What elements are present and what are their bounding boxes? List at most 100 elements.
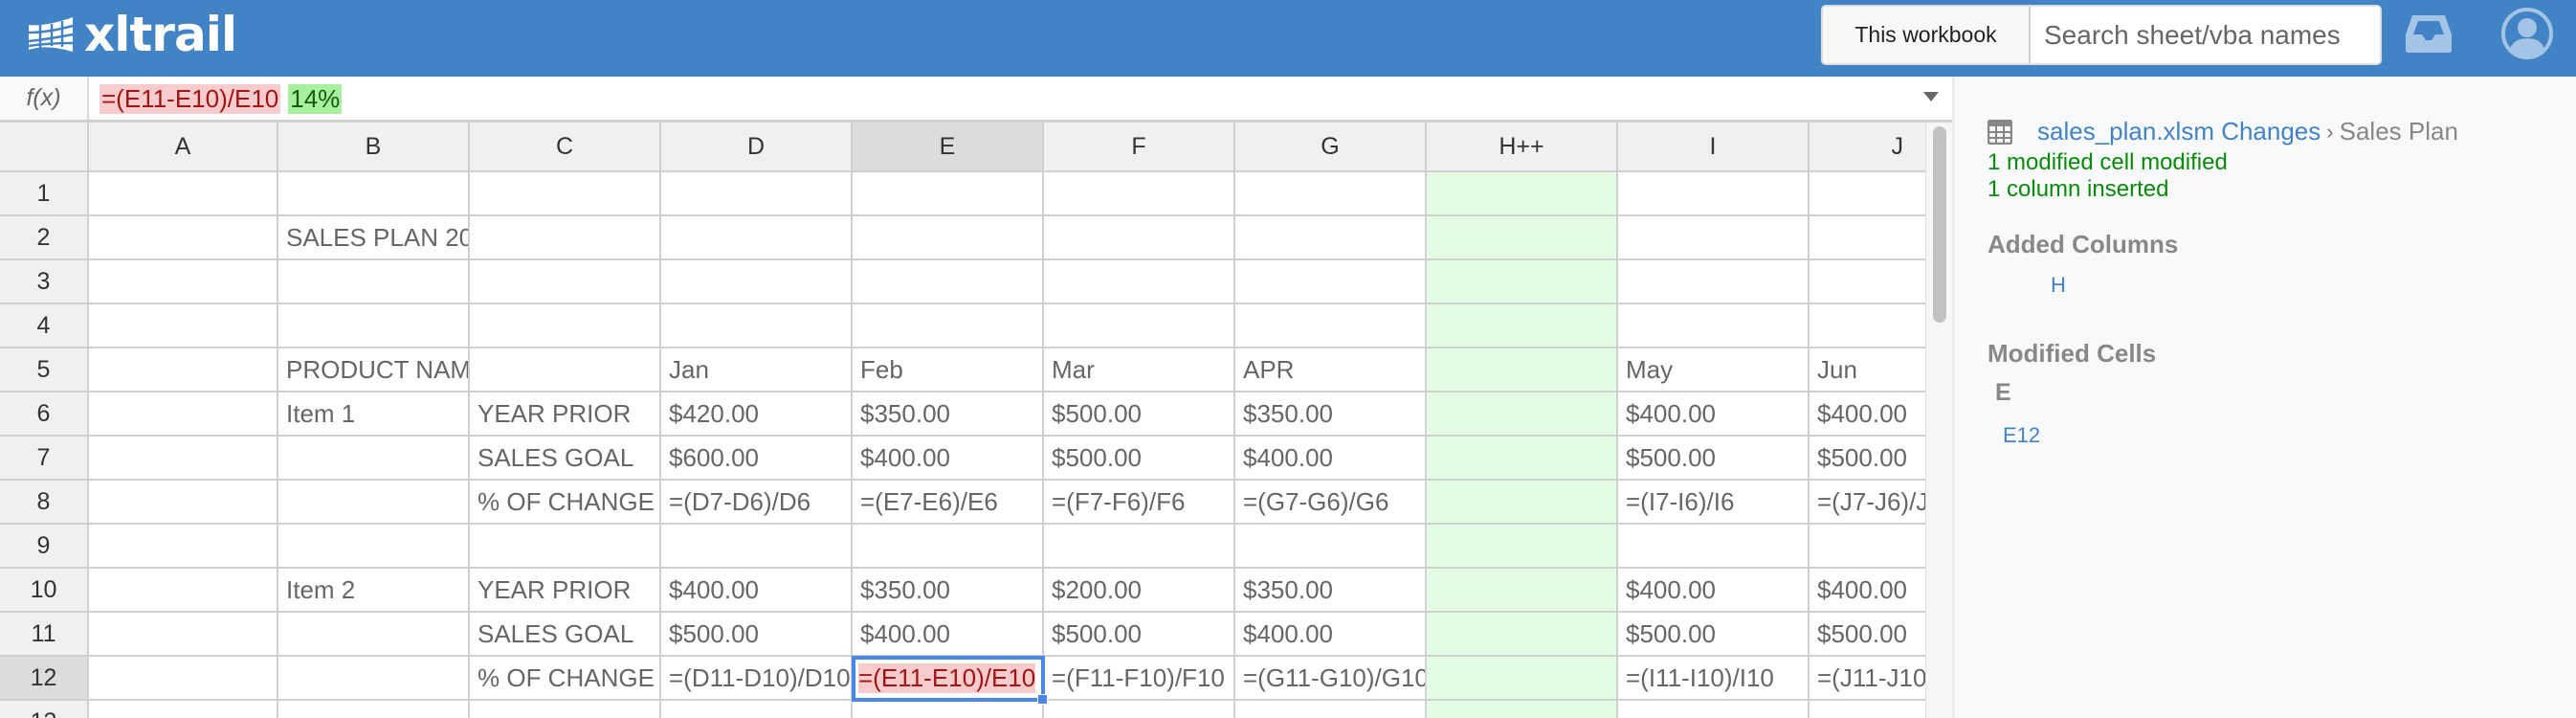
cell-a11[interactable] <box>89 613 278 657</box>
cell-i4[interactable] <box>1618 304 1810 348</box>
cell-c10[interactable]: YEAR PRIOR <box>470 569 661 613</box>
cell-j4[interactable] <box>1810 304 1925 348</box>
cell-f4[interactable] <box>1044 304 1235 348</box>
cell-j1[interactable] <box>1810 172 1925 216</box>
cell-g5[interactable]: APR <box>1235 348 1427 393</box>
user-avatar-icon[interactable] <box>2500 7 2554 60</box>
row-header-11[interactable]: 11 <box>0 613 89 657</box>
cell-f9[interactable] <box>1044 525 1235 569</box>
column-header-a[interactable]: A <box>89 123 278 172</box>
cell-b2[interactable]: SALES PLAN 20 <box>278 216 470 260</box>
cell-g12[interactable]: =(G11-G10)/G10 <box>1235 657 1427 701</box>
cell-c1[interactable] <box>470 172 661 216</box>
cell-c9[interactable] <box>470 525 661 569</box>
cell-c2[interactable] <box>470 216 661 260</box>
cell-h5[interactable] <box>1427 348 1618 393</box>
column-header-g[interactable]: G <box>1235 123 1427 172</box>
row-header-10[interactable]: 10 <box>0 569 89 613</box>
cell-e1[interactable] <box>853 172 1044 216</box>
cell-f1[interactable] <box>1044 172 1235 216</box>
cell-g9[interactable] <box>1235 525 1427 569</box>
cell-d3[interactable] <box>661 260 853 304</box>
cell-i12[interactable]: =(I11-I10)/I10 <box>1618 657 1810 701</box>
cell-b11[interactable] <box>278 613 470 657</box>
cell-f2[interactable] <box>1044 216 1235 260</box>
cell-i7[interactable]: $500.00 <box>1618 437 1810 481</box>
cell-j7[interactable]: $500.00 <box>1810 437 1925 481</box>
scope-this-workbook-button[interactable]: This workbook <box>1823 7 2031 63</box>
cell-i11[interactable]: $500.00 <box>1618 613 1810 657</box>
cell-e11[interactable]: $400.00 <box>853 613 1044 657</box>
cell-b5[interactable]: PRODUCT NAM <box>278 348 470 393</box>
cell-c12[interactable]: % OF CHANGE <box>470 657 661 701</box>
cell-f7[interactable]: $500.00 <box>1044 437 1235 481</box>
cell-f3[interactable] <box>1044 260 1235 304</box>
row-header-4[interactable]: 4 <box>0 304 89 348</box>
cell-d12[interactable]: =(D11-D10)/D10 <box>661 657 853 701</box>
cell-f10[interactable]: $200.00 <box>1044 569 1235 613</box>
fill-handle[interactable] <box>1037 694 1048 705</box>
cell-e6[interactable]: $350.00 <box>853 393 1044 437</box>
cell-h9[interactable] <box>1427 525 1618 569</box>
cell-g1[interactable] <box>1235 172 1427 216</box>
cell-h3[interactable] <box>1427 260 1618 304</box>
row-header-5[interactable]: 5 <box>0 348 89 393</box>
cell-e10[interactable]: $350.00 <box>853 569 1044 613</box>
cell-g10[interactable]: $350.00 <box>1235 569 1427 613</box>
cell-a13[interactable] <box>89 701 278 718</box>
cell-b8[interactable] <box>278 481 470 525</box>
cell-g11[interactable]: $400.00 <box>1235 613 1427 657</box>
cell-h8[interactable] <box>1427 481 1618 525</box>
cell-i8[interactable]: =(I7-I6)/I6 <box>1618 481 1810 525</box>
cell-j9[interactable] <box>1810 525 1925 569</box>
cell-a3[interactable] <box>89 260 278 304</box>
cell-b12[interactable] <box>278 657 470 701</box>
cell-g8[interactable]: =(G7-G6)/G6 <box>1235 481 1427 525</box>
column-header-h[interactable]: H++ <box>1427 123 1618 172</box>
cell-a1[interactable] <box>89 172 278 216</box>
cell-j13[interactable] <box>1810 701 1925 718</box>
cell-j6[interactable]: $400.00 <box>1810 393 1925 437</box>
cell-f6[interactable]: $500.00 <box>1044 393 1235 437</box>
cell-f8[interactable]: =(F7-F6)/F6 <box>1044 481 1235 525</box>
cell-a8[interactable] <box>89 481 278 525</box>
cell-g4[interactable] <box>1235 304 1427 348</box>
scrollbar-thumb[interactable] <box>1933 126 1946 323</box>
cell-e3[interactable] <box>853 260 1044 304</box>
cell-d6[interactable]: $420.00 <box>661 393 853 437</box>
row-header-3[interactable]: 3 <box>0 260 89 304</box>
cell-g7[interactable]: $400.00 <box>1235 437 1427 481</box>
row-header-9[interactable]: 9 <box>0 525 89 569</box>
cell-b3[interactable] <box>278 260 470 304</box>
row-header-12[interactable]: 12 <box>0 657 89 701</box>
cell-j5[interactable]: Jun <box>1810 348 1925 393</box>
cell-d11[interactable]: $500.00 <box>661 613 853 657</box>
vertical-scrollbar[interactable] <box>1925 123 1952 718</box>
cell-e4[interactable] <box>853 304 1044 348</box>
cell-h2[interactable] <box>1427 216 1618 260</box>
cell-j8[interactable]: =(J7-J6)/J6 <box>1810 481 1925 525</box>
cell-e13[interactable] <box>853 701 1044 718</box>
cell-e12[interactable]: =(E11-E10)/E10 <box>852 656 1045 702</box>
row-header-13[interactable]: 13 <box>0 701 89 718</box>
cell-d8[interactable]: =(D7-D6)/D6 <box>661 481 853 525</box>
added-column-link[interactable]: H <box>2051 273 2066 298</box>
cell-e5[interactable]: Feb <box>853 348 1044 393</box>
cell-b6[interactable]: Item 1 <box>278 393 470 437</box>
cell-c5[interactable] <box>470 348 661 393</box>
search-input[interactable] <box>2031 7 2380 63</box>
modified-cell-link[interactable]: E12 <box>2003 423 2040 448</box>
cell-f5[interactable]: Mar <box>1044 348 1235 393</box>
cell-c7[interactable]: SALES GOAL <box>470 437 661 481</box>
row-header-6[interactable]: 6 <box>0 393 89 437</box>
column-header-f[interactable]: F <box>1044 123 1235 172</box>
cell-j12[interactable]: =(J11-J10)/J10 <box>1810 657 1925 701</box>
column-header-b[interactable]: B <box>278 123 470 172</box>
cell-h13[interactable] <box>1427 701 1618 718</box>
cell-a2[interactable] <box>89 216 278 260</box>
cell-i6[interactable]: $400.00 <box>1618 393 1810 437</box>
row-header-7[interactable]: 7 <box>0 437 89 481</box>
cell-i10[interactable]: $400.00 <box>1618 569 1810 613</box>
cell-i1[interactable] <box>1618 172 1810 216</box>
column-header-d[interactable]: D <box>661 123 853 172</box>
